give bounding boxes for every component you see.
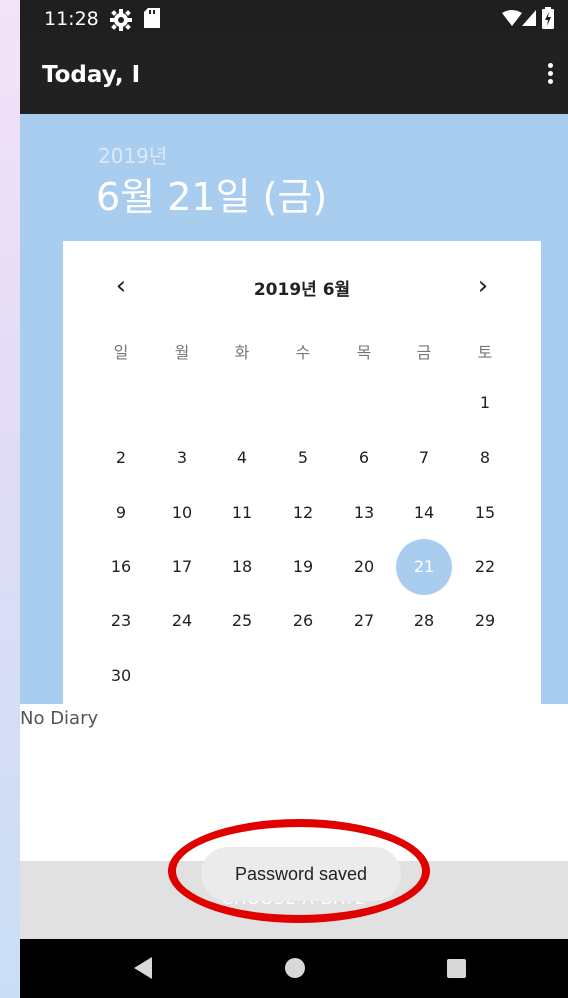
status-bar: 11:28	[20, 0, 568, 38]
calendar-day[interactable]: 10	[157, 503, 207, 522]
weekday-label: 화	[234, 343, 250, 362]
calendar-day[interactable]: 15	[460, 503, 510, 522]
calendar-day[interactable]: 17	[157, 557, 207, 576]
calendar-day[interactable]: 18	[217, 557, 267, 576]
calendar-day[interactable]: 23	[96, 611, 146, 630]
weekday-label: 목	[356, 343, 372, 362]
calendar-day[interactable]: 12	[278, 503, 328, 522]
weekday-label: 수	[295, 343, 311, 362]
recents-icon[interactable]	[447, 959, 466, 978]
date-header: 2019년 6월 21일 (금) ‹ 2019년 6월 › 일월화수목금토123…	[20, 114, 568, 704]
calendar-day[interactable]: 8	[460, 448, 510, 467]
home-icon[interactable]	[285, 958, 305, 978]
calendar-day[interactable]: 1	[460, 393, 510, 412]
calendar-day[interactable]: 26	[278, 611, 328, 630]
calendar-day[interactable]: 2	[96, 448, 146, 467]
wifi-icon	[502, 10, 522, 26]
calendar-day[interactable]: 6	[339, 448, 389, 467]
calendar-day[interactable]: 11	[217, 503, 267, 522]
weekday-label: 월	[174, 343, 190, 362]
calendar-day[interactable]: 16	[96, 557, 146, 576]
app-title: Today, I	[42, 62, 141, 88]
calendar-day[interactable]: 5	[278, 448, 328, 467]
calendar-day[interactable]: 25	[217, 611, 267, 630]
annotation-highlight-ring	[168, 819, 430, 923]
calendar-day[interactable]: 28	[399, 611, 449, 630]
calendar-day[interactable]: 14	[399, 503, 449, 522]
calendar-day[interactable]: 7	[399, 448, 449, 467]
weekday-label: 토	[477, 343, 493, 362]
status-time: 11:28	[44, 8, 99, 30]
back-icon[interactable]	[134, 957, 152, 979]
calendar-day[interactable]: 3	[157, 448, 207, 467]
calendar-day[interactable]: 20	[339, 557, 389, 576]
calendar-day[interactable]: 24	[157, 611, 207, 630]
chevron-right-icon[interactable]: ›	[463, 273, 503, 299]
more-options-icon[interactable]	[540, 60, 560, 92]
calendar-day[interactable]: 13	[339, 503, 389, 522]
empty-state-text: No Diary	[20, 708, 99, 729]
app-bar: Today, I	[20, 38, 568, 114]
header-year: 2019년	[98, 144, 168, 168]
phone-screen: 11:28 Today, I 2019년 6월 21일 (금) ‹ 2019년 …	[20, 0, 568, 998]
header-date: 6월 21일 (금)	[96, 175, 328, 219]
calendar-day[interactable]: 9	[96, 503, 146, 522]
calendar-day[interactable]: 29	[460, 611, 510, 630]
calendar-day[interactable]: 19	[278, 557, 328, 576]
weekday-label: 금	[416, 343, 432, 362]
calendar-picker: ‹ 2019년 6월 › 일 월 화 수 목 금 토 1 2 3 4 5 6 7 8 9 10 11 12 13 14 1…	[63, 241, 541, 704]
sd-card-icon	[144, 8, 160, 28]
weekday-label: 일	[113, 343, 129, 362]
calendar-day-selected[interactable]: 21	[399, 557, 449, 576]
calendar-day[interactable]: 27	[339, 611, 389, 630]
system-nav-bar	[20, 939, 568, 998]
settings-icon	[110, 9, 132, 31]
calendar-day[interactable]: 22	[460, 557, 510, 576]
calendar-day[interactable]: 4	[217, 448, 267, 467]
battery-icon	[542, 7, 554, 29]
signal-icon	[522, 10, 536, 26]
calendar-day[interactable]: 30	[96, 666, 146, 685]
